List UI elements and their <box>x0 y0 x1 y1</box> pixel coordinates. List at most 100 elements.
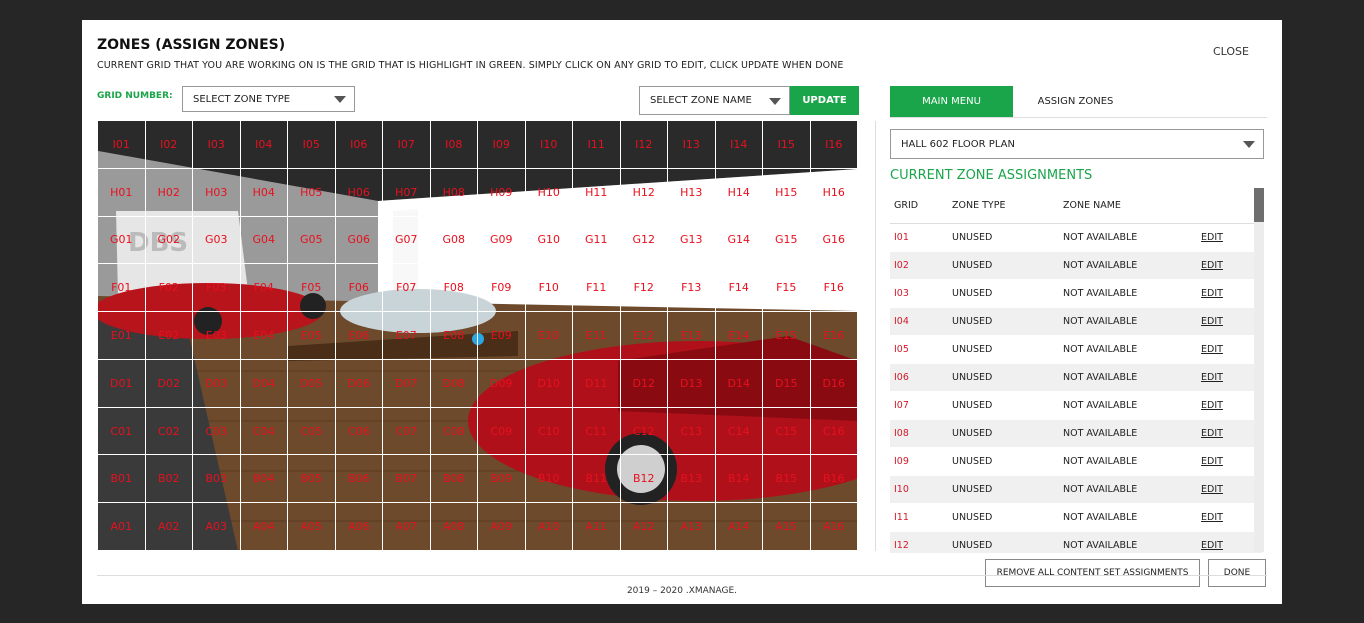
edit-link[interactable]: EDIT <box>1201 428 1223 439</box>
grid-cell[interactable]: E13 <box>668 312 716 360</box>
grid-cell[interactable]: A04 <box>240 503 288 551</box>
grid-cell[interactable]: B05 <box>288 455 336 504</box>
grid-cell[interactable]: A09 <box>478 503 526 551</box>
table-scrollbar[interactable] <box>1254 188 1264 552</box>
grid-cell[interactable]: A15 <box>763 503 811 551</box>
grid-cell[interactable]: E11 <box>573 312 621 360</box>
grid-cell[interactable]: I14 <box>715 121 763 169</box>
grid-cell[interactable]: F07 <box>383 264 431 313</box>
grid-cell[interactable]: G15 <box>763 216 811 265</box>
grid-cell[interactable]: F02 <box>145 264 193 313</box>
grid-cell[interactable]: H01 <box>98 168 146 217</box>
grid-cell[interactable]: C13 <box>668 407 716 456</box>
grid-cell[interactable]: G12 <box>620 216 668 265</box>
grid-cell[interactable]: G13 <box>668 216 716 265</box>
edit-link[interactable]: EDIT <box>1201 456 1223 467</box>
grid-cell[interactable]: D02 <box>145 359 193 408</box>
grid-cell[interactable]: F10 <box>525 264 573 313</box>
grid-cell[interactable]: E08 <box>430 312 478 360</box>
grid-cell[interactable]: B04 <box>240 455 288 504</box>
grid-cell[interactable]: E10 <box>525 312 573 360</box>
grid-cell[interactable]: B02 <box>145 455 193 504</box>
grid-cell[interactable]: G14 <box>715 216 763 265</box>
grid-cell[interactable]: B12 <box>620 455 668 504</box>
grid-cell[interactable]: I08 <box>430 121 478 169</box>
grid-cell[interactable]: F03 <box>193 264 241 313</box>
grid-cell[interactable]: D14 <box>715 359 763 408</box>
grid-cell[interactable]: G05 <box>288 216 336 265</box>
grid-cell[interactable]: D04 <box>240 359 288 408</box>
grid-cell[interactable]: I09 <box>478 121 526 169</box>
scrollbar-thumb[interactable] <box>1254 188 1264 222</box>
grid-cell[interactable]: B07 <box>383 455 431 504</box>
grid-cell[interactable]: D15 <box>763 359 811 408</box>
grid-cell[interactable]: H05 <box>288 168 336 217</box>
grid-cell[interactable]: F11 <box>573 264 621 313</box>
edit-link[interactable]: EDIT <box>1201 540 1223 551</box>
grid-cell[interactable]: C02 <box>145 407 193 456</box>
edit-link[interactable]: EDIT <box>1201 512 1223 523</box>
grid-cell[interactable]: I11 <box>573 121 621 169</box>
grid-cell[interactable]: D03 <box>193 359 241 408</box>
grid-cell[interactable]: E02 <box>145 312 193 360</box>
grid-cell[interactable]: C09 <box>478 407 526 456</box>
grid-cell[interactable]: B09 <box>478 455 526 504</box>
grid-cell[interactable]: H15 <box>763 168 811 217</box>
grid-cell[interactable]: C11 <box>573 407 621 456</box>
grid-cell[interactable]: I16 <box>810 121 858 169</box>
grid-cell[interactable]: G10 <box>525 216 573 265</box>
grid-cell[interactable]: D09 <box>478 359 526 408</box>
tab-assign-zones[interactable]: ASSIGN ZONES <box>1013 86 1138 117</box>
grid-cell[interactable]: C06 <box>335 407 383 456</box>
grid-cell[interactable]: G06 <box>335 216 383 265</box>
grid-cell[interactable]: H12 <box>620 168 668 217</box>
grid-cell[interactable]: C10 <box>525 407 573 456</box>
grid-cell[interactable]: I15 <box>763 121 811 169</box>
grid-cell[interactable]: E01 <box>98 312 146 360</box>
zone-type-select[interactable]: SELECT ZONE TYPE <box>182 86 355 112</box>
grid-cell[interactable]: D10 <box>525 359 573 408</box>
grid-cell[interactable]: C08 <box>430 407 478 456</box>
grid-cell[interactable]: B13 <box>668 455 716 504</box>
grid-cell[interactable]: A08 <box>430 503 478 551</box>
grid-cell[interactable]: I07 <box>383 121 431 169</box>
grid-cell[interactable]: G08 <box>430 216 478 265</box>
grid-cell[interactable]: H09 <box>478 168 526 217</box>
grid-cell[interactable]: H02 <box>145 168 193 217</box>
grid-cell[interactable]: I01 <box>98 121 146 169</box>
grid-cell[interactable]: G01 <box>98 216 146 265</box>
grid-cell[interactable]: G11 <box>573 216 621 265</box>
grid-cell[interactable]: C14 <box>715 407 763 456</box>
edit-link[interactable]: EDIT <box>1201 288 1223 299</box>
grid-cell[interactable]: I04 <box>240 121 288 169</box>
edit-link[interactable]: EDIT <box>1201 372 1223 383</box>
grid-cell[interactable]: H11 <box>573 168 621 217</box>
grid-cell[interactable]: D06 <box>335 359 383 408</box>
grid-cell[interactable]: E12 <box>620 312 668 360</box>
grid-cell[interactable]: F06 <box>335 264 383 313</box>
grid-cell[interactable]: C16 <box>810 407 858 456</box>
grid-cell[interactable]: E06 <box>335 312 383 360</box>
grid-cell[interactable]: G07 <box>383 216 431 265</box>
grid-cell[interactable]: C04 <box>240 407 288 456</box>
grid-cell[interactable]: F05 <box>288 264 336 313</box>
grid-cell[interactable]: A06 <box>335 503 383 551</box>
grid-cell[interactable]: B15 <box>763 455 811 504</box>
grid-cell[interactable]: E05 <box>288 312 336 360</box>
close-button[interactable]: CLOSE <box>1213 45 1249 58</box>
grid-cell[interactable]: H07 <box>383 168 431 217</box>
remove-all-assignments-button[interactable]: REMOVE ALL CONTENT SET ASSIGNMENTS <box>985 559 1200 587</box>
grid-cell[interactable]: B16 <box>810 455 858 504</box>
tab-main-menu[interactable]: MAIN MENU <box>890 86 1013 117</box>
grid-cell[interactable]: I12 <box>620 121 668 169</box>
update-button[interactable]: UPDATE <box>790 86 859 115</box>
done-button[interactable]: DONE <box>1208 559 1266 587</box>
grid-cell[interactable]: D05 <box>288 359 336 408</box>
grid-cell[interactable]: A12 <box>620 503 668 551</box>
grid-cell[interactable]: F04 <box>240 264 288 313</box>
zone-name-select[interactable]: SELECT ZONE NAME <box>639 86 790 115</box>
grid-cell[interactable]: A11 <box>573 503 621 551</box>
grid-cell[interactable]: F12 <box>620 264 668 313</box>
grid-cell[interactable]: D13 <box>668 359 716 408</box>
grid-cell[interactable]: B14 <box>715 455 763 504</box>
